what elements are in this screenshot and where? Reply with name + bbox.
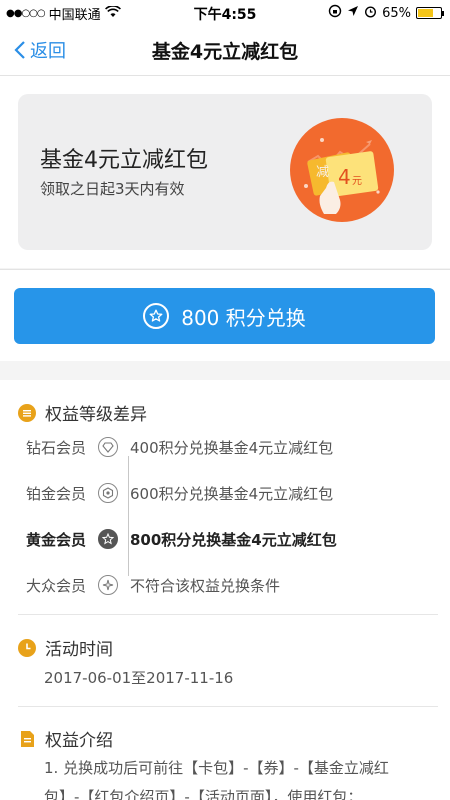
tier-desc: 800积分兑换基金4元立减红包: [130, 530, 337, 549]
tier-row-diamond: 钻石会员 400积分兑换基金4元立减红包: [26, 432, 333, 462]
intro-line: 包】-【红包介绍页】-【活动页面】，使用红包；: [44, 788, 363, 800]
nav-bar: 返回 基金4元立减红包: [0, 24, 450, 76]
coupon-card: 基金4元立减红包 领取之日起3天内有效 减 4 元: [18, 94, 432, 250]
tier-desc: 400积分兑换基金4元立减红包: [130, 438, 334, 457]
battery-percent: 65%: [382, 5, 411, 21]
redeem-label: 800 积分兑换: [181, 305, 306, 330]
tiers-title: 权益等级差异: [45, 405, 147, 425]
tier-row-platinum: 铂金会员 600积分兑换基金4元立减红包: [26, 478, 333, 508]
art-amount: 4: [338, 165, 351, 189]
tier-row-public: 大众会员 不符合该权益兑换条件: [26, 570, 280, 600]
clock-icon: [18, 638, 36, 657]
tier-row-gold: 黄金会员 800积分兑换基金4元立减红包: [26, 524, 337, 554]
coupon-title: 基金4元立减红包: [40, 148, 208, 173]
activity-title: 活动时间: [45, 640, 113, 660]
rotation-lock-icon: [328, 4, 342, 22]
intro-header: 权益介绍: [18, 726, 438, 751]
sparkle-icon: [98, 575, 118, 595]
redeem-section: 800 积分兑换: [0, 269, 450, 361]
intro-text: 1. 兑换成功后可前往【卡包】-【券】-【基金立减红 包】-【红包介绍页】-【活…: [44, 754, 440, 800]
hexagon-icon: [98, 483, 118, 503]
tier-name: 黄金会员: [26, 530, 87, 549]
star-icon: [98, 529, 118, 549]
art-unit: 元: [352, 176, 362, 187]
activity-header: 活动时间: [18, 635, 438, 660]
list-icon: [18, 403, 36, 422]
tier-desc: 600积分兑换基金4元立减红包: [130, 484, 334, 503]
star-icon: [143, 303, 170, 329]
activity-period: 2017-06-01至2017-11-16: [44, 669, 234, 687]
red-packet-illustration: 减 4 元: [290, 118, 394, 222]
redeem-button[interactable]: 800 积分兑换: [14, 288, 435, 344]
intro-line: 1. 兑换成功后可前往【卡包】-【券】-【基金立减红: [44, 759, 389, 777]
tiers-header: 权益等级差异: [18, 400, 438, 425]
diamond-icon: [98, 437, 118, 457]
status-right: 65%: [328, 4, 444, 22]
location-arrow-icon: [347, 5, 359, 21]
tier-name: 铂金会员: [26, 484, 87, 503]
divider: [18, 706, 438, 707]
tier-name: 大众会员: [26, 576, 87, 595]
alarm-icon: [364, 5, 377, 22]
battery-icon: [416, 7, 444, 19]
details-panel: 权益等级差异 钻石会员 400积分兑换基金4元立减红包 铂金会员 600积分兑换…: [0, 380, 450, 800]
coupon-section: 基金4元立减红包 领取之日起3天内有效 减 4 元: [0, 76, 450, 268]
tier-name: 钻石会员: [26, 438, 87, 457]
status-bar: ●●○○○ 中国联通 下午4:55 65%: [0, 0, 450, 24]
tier-desc: 不符合该权益兑换条件: [130, 576, 281, 595]
page-title: 基金4元立减红包: [151, 41, 299, 63]
tier-timeline-line: [128, 456, 129, 576]
art-reduce-char: 减: [316, 165, 329, 180]
document-icon: [21, 730, 34, 747]
coupon-validity: 领取之日起3天内有效: [40, 180, 185, 198]
intro-title: 权益介绍: [45, 731, 113, 751]
divider: [18, 614, 438, 615]
